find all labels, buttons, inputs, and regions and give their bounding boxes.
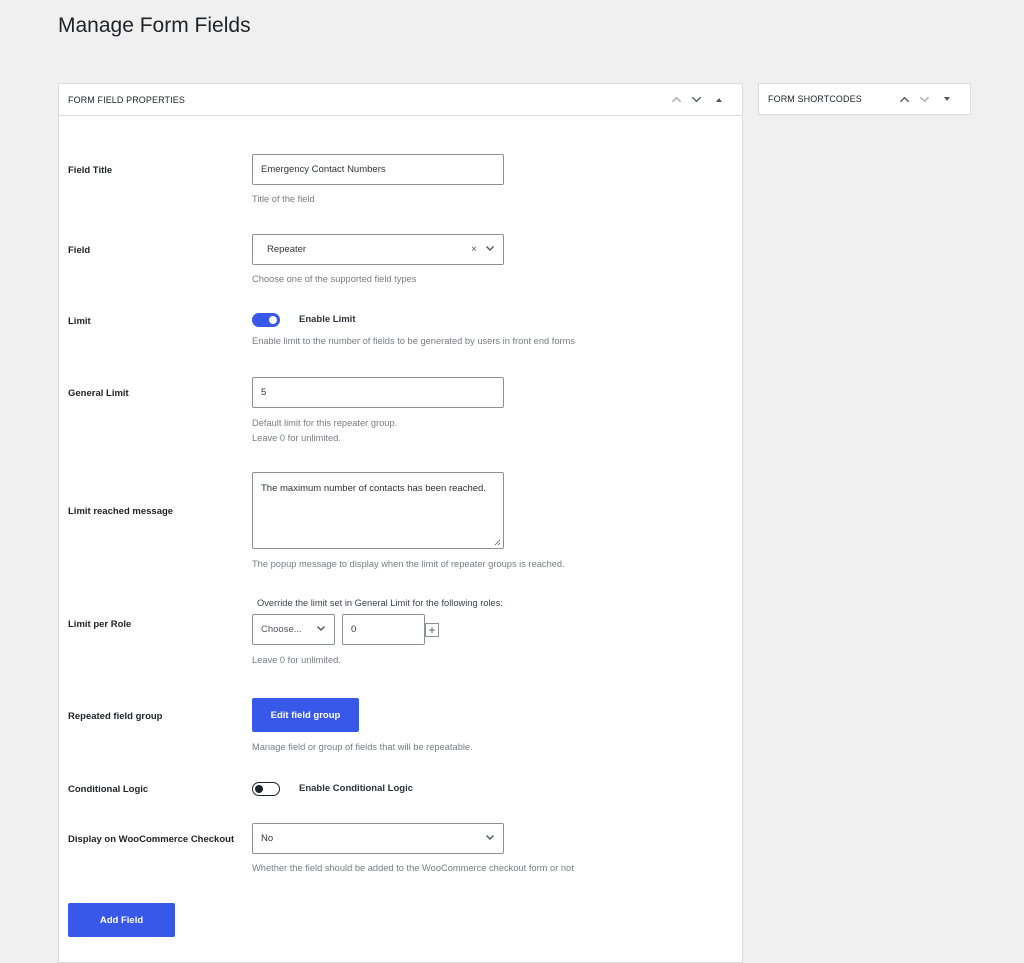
woocommerce-label: Display on WooCommerce Checkout [68,834,235,845]
triangle-down-icon[interactable] [934,89,960,109]
chevron-down-icon [485,832,495,845]
add-role-icon[interactable]: + [425,622,439,637]
form-shortcodes-panel: FORM SHORTCODES [758,83,971,115]
triangle-up-icon[interactable] [706,90,732,110]
limit-description: Enable limit to the number of fields to … [252,336,575,346]
panel-title: FORM FIELD PROPERTIES [68,94,185,105]
enable-conditional-logic-label: Enable Conditional Logic [299,783,413,794]
role-limit-input[interactable]: 0 [342,614,425,645]
chevron-down-icon [485,243,495,256]
field-type-description: Choose one of the supported field types [252,274,417,284]
limit-message-textarea[interactable]: The maximum number of contacts has been … [252,472,504,549]
general-limit-description-2: Leave 0 for unlimited. [252,433,341,443]
enable-limit-toggle[interactable] [252,313,280,327]
field-type-label: Field [68,245,91,256]
enable-limit-label: Enable Limit [299,314,356,325]
limit-per-role-description: Leave 0 for unlimited. [252,655,341,665]
add-field-button[interactable]: Add Field [68,903,175,937]
general-limit-input[interactable]: 5 [252,377,504,408]
repeated-group-description: Manage field or group of fields that wil… [252,742,473,752]
field-type-select[interactable]: Repeater × [252,234,504,265]
limit-label: Limit [68,316,91,327]
role-select-value: Choose... [261,624,302,635]
chevron-down-icon [316,623,326,636]
limit-per-role-label: Limit per Role [68,619,132,630]
chevron-down-icon[interactable] [686,90,706,110]
form-field-properties-panel: FORM FIELD PROPERTIES Field Title Emerge… [58,83,743,963]
field-title-description: Title of the field [252,194,315,204]
woocommerce-description: Whether the field should be added to the… [252,863,574,873]
limit-message-description: The popup message to display when the li… [252,559,565,569]
woocommerce-value: No [261,833,274,844]
general-limit-description: Default limit for this repeater group. [252,418,398,428]
clear-icon[interactable]: × [471,244,477,255]
chevron-down-icon[interactable] [914,89,934,109]
field-title-label: Field Title [68,165,113,176]
field-type-value: Repeater [267,244,307,255]
panel-header: FORM FIELD PROPERTIES [59,84,742,116]
field-title-input[interactable]: Emergency Contact Numbers [252,154,504,185]
panel-header: FORM SHORTCODES [759,84,970,114]
general-limit-label: General Limit [68,388,129,399]
limit-message-value: The maximum number of contacts has been … [261,483,486,494]
limit-per-role-intro: Override the limit set in General Limit … [257,598,503,608]
page-title: Manage Form Fields [58,14,251,37]
enable-conditional-logic-toggle[interactable] [252,782,280,796]
chevron-up-icon[interactable] [894,89,914,109]
resize-handle-icon[interactable] [494,539,501,546]
chevron-up-icon[interactable] [666,90,686,110]
role-select[interactable]: Choose... [252,614,335,645]
woocommerce-select[interactable]: No [252,823,504,854]
conditional-logic-label: Conditional Logic [68,784,149,795]
limit-message-label: Limit reached message [68,506,174,517]
repeated-group-label: Repeated field group [68,711,163,722]
panel-title: FORM SHORTCODES [768,94,862,104]
edit-field-group-button[interactable]: Edit field group [252,698,359,732]
